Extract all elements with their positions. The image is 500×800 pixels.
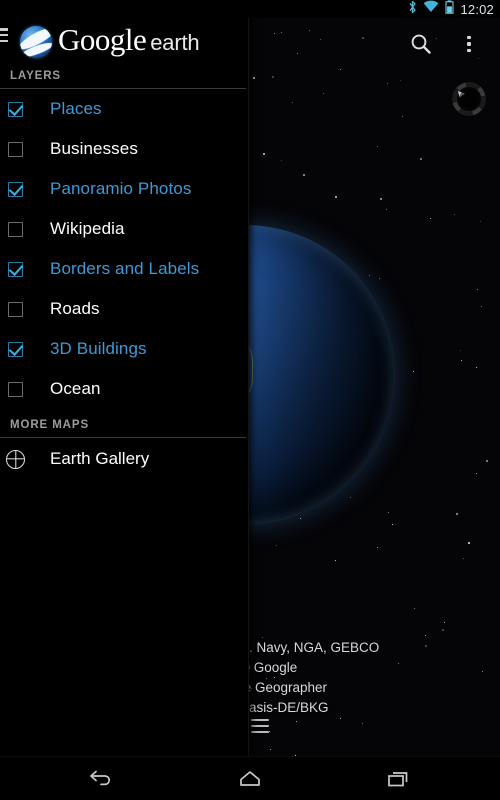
layer-row-3d-buildings[interactable]: 3D Buildings (0, 329, 248, 369)
star (424, 635, 426, 637)
layer-label: Wikipedia (50, 219, 125, 238)
layer-row-ocean[interactable]: Ocean (0, 369, 248, 409)
star (251, 687, 253, 689)
star (377, 546, 379, 548)
checkbox[interactable] (8, 101, 23, 117)
star (322, 93, 324, 95)
star (455, 512, 458, 515)
star (387, 511, 389, 513)
star (362, 722, 364, 724)
star (335, 559, 337, 561)
star (369, 275, 371, 277)
layer-label: Ocean (50, 379, 101, 398)
star (401, 115, 403, 117)
star (281, 160, 283, 162)
star (270, 748, 272, 750)
star (349, 496, 351, 498)
star (463, 557, 465, 559)
star (460, 350, 462, 352)
star (334, 195, 337, 198)
star (269, 730, 271, 732)
star (481, 671, 483, 673)
star (386, 83, 388, 85)
star (475, 472, 477, 474)
star (476, 366, 478, 368)
layer-row-businesses[interactable]: Businesses (0, 129, 248, 169)
wifi-icon (423, 0, 439, 18)
star (376, 145, 378, 147)
layer-label: Borders and Labels (50, 259, 200, 278)
layer-row-borders-and-labels[interactable]: Borders and Labels (0, 249, 248, 289)
layer-row-roads[interactable]: Roads (0, 289, 248, 329)
star (265, 677, 267, 679)
layer-row-panoramio-photos[interactable]: Panoramio Photos (0, 169, 248, 209)
star (399, 79, 401, 81)
star (453, 213, 455, 215)
battery-icon (445, 0, 455, 19)
star (481, 305, 483, 307)
overflow-menu-icon[interactable] (456, 31, 482, 57)
action-bar (0, 18, 500, 70)
attribution-menu-icon[interactable] (251, 719, 269, 733)
star (486, 459, 489, 462)
checkbox[interactable] (8, 301, 23, 317)
star (276, 545, 278, 547)
layer-label: Businesses (50, 139, 138, 158)
star (263, 153, 266, 156)
star (271, 76, 274, 79)
navigation-drawer: Google earth LAYERS Places Businesses Pano… (0, 0, 249, 760)
checkbox[interactable] (8, 181, 23, 197)
layer-row-places[interactable]: Places (0, 89, 248, 129)
recents-icon[interactable] (377, 764, 421, 794)
layers-section-title: LAYERS (10, 70, 61, 82)
back-icon[interactable] (79, 764, 123, 794)
star (479, 220, 481, 222)
star (461, 360, 463, 362)
status-bar: 12:02 (0, 0, 500, 18)
star (444, 621, 446, 623)
layer-label: Roads (50, 299, 100, 318)
star (420, 157, 423, 160)
star (378, 278, 380, 280)
sidebar-item-earth-gallery[interactable]: Earth Gallery (0, 438, 248, 480)
google-earth-app-screen: S. Navy, NGA, GEBCO © Google te Geograph… (0, 0, 500, 800)
star (442, 629, 445, 632)
star (386, 208, 388, 210)
star (476, 289, 478, 290)
star (274, 676, 276, 678)
globe-icon (6, 449, 25, 469)
star (339, 717, 341, 719)
star (398, 663, 400, 665)
star (430, 217, 432, 219)
layer-label: Panoramio Photos (50, 179, 192, 198)
layer-label: Places (50, 99, 102, 118)
star (424, 644, 427, 647)
star (303, 174, 306, 177)
checkbox[interactable] (8, 221, 23, 237)
star (296, 720, 297, 722)
android-navigation-bar (0, 756, 500, 800)
checkbox[interactable] (8, 141, 23, 157)
layer-label: 3D Buildings (50, 339, 147, 358)
search-icon[interactable] (408, 31, 434, 57)
more-maps-section-title: MORE MAPS (10, 419, 90, 431)
star (392, 524, 394, 526)
star (414, 608, 416, 610)
compass-icon[interactable] (448, 78, 490, 120)
star (262, 636, 264, 638)
home-icon[interactable] (228, 764, 272, 794)
star (380, 197, 383, 200)
layers-list: Places Businesses Panoramio Photos Wikipedi… (0, 89, 248, 409)
bluetooth-icon (408, 0, 417, 19)
status-bar-clock: 12:02 (460, 1, 494, 17)
checkbox[interactable] (8, 341, 23, 357)
checkbox[interactable] (8, 261, 23, 277)
star (412, 371, 414, 373)
star (252, 77, 255, 80)
layer-row-wikipedia[interactable]: Wikipedia (0, 209, 248, 249)
checkbox[interactable] (8, 381, 23, 397)
star (468, 541, 471, 544)
earth-gallery-label: Earth Gallery (50, 449, 150, 468)
star (292, 102, 294, 104)
